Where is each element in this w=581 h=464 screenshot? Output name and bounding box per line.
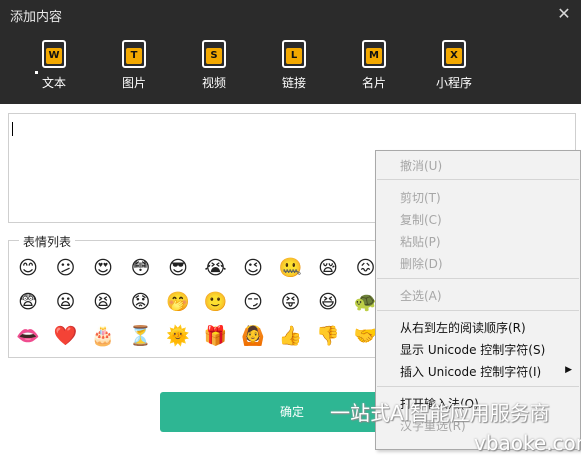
emoji-item[interactable]: 🙂	[203, 289, 229, 315]
menu-separator	[377, 310, 579, 311]
text-caret	[12, 122, 13, 136]
menu-item-delete[interactable]: 删除(D)	[400, 255, 443, 272]
menu-item-insert-unicode[interactable]: 插入 Unicode 控制字符(I)	[400, 363, 541, 380]
emoji-item[interactable]: ❤️	[53, 323, 79, 349]
text-icon: W	[42, 40, 66, 68]
emoji-item[interactable]: 👍	[278, 323, 304, 349]
menu-separator	[377, 278, 579, 279]
tool-image[interactable]: T 图片	[104, 40, 164, 91]
emoji-item[interactable]: 😊	[15, 255, 41, 281]
emoji-item[interactable]: 😭	[203, 255, 229, 281]
menu-item-paste[interactable]: 粘贴(P)	[400, 233, 441, 250]
tool-link-label: 链接	[281, 76, 306, 90]
emoji-item[interactable]: 🤭	[165, 289, 191, 315]
menu-separator	[377, 179, 579, 180]
tool-text-label: 文本	[41, 76, 66, 90]
emoji-panel-title: 表情列表	[19, 233, 76, 250]
tool-link[interactable]: L 链接	[264, 40, 324, 91]
emoji-item[interactable]: 🙆	[240, 323, 266, 349]
image-icon: T	[122, 40, 146, 68]
menu-item-cut[interactable]: 剪切(T)	[400, 189, 441, 206]
emoji-item[interactable]: 😦	[53, 289, 79, 315]
content-type-toolbar: W 文本 T 图片 S 视频 L 链接 M 名片 X 小程序	[0, 30, 581, 104]
close-icon[interactable]: ✕	[553, 3, 575, 25]
submenu-arrow-icon: ▶	[565, 365, 572, 375]
emoji-item[interactable]: 😎	[165, 255, 191, 281]
menu-separator	[377, 386, 579, 387]
emoji-item[interactable]: 🤐	[278, 255, 304, 281]
menu-item-select-all[interactable]: 全选(A)	[400, 287, 442, 304]
menu-item-show-unicode[interactable]: 显示 Unicode 控制字符(S)	[400, 341, 545, 358]
tool-miniprogram-label: 小程序	[435, 76, 472, 90]
emoji-item[interactable]: 😫	[90, 289, 116, 315]
emoji-item[interactable]: 😏	[240, 289, 266, 315]
emoji-item[interactable]: 🎂	[90, 323, 116, 349]
emoji-item[interactable]: 😍	[90, 255, 116, 281]
watermark-domain: vbaoke.com	[474, 431, 581, 455]
emoji-item[interactable]: 🌞	[165, 323, 191, 349]
tool-image-label: 图片	[121, 76, 146, 90]
emoji-item[interactable]: ⏳	[128, 323, 154, 349]
window-title: 添加内容	[10, 10, 63, 25]
emoji-item[interactable]: 👄	[15, 323, 41, 349]
menu-item-undo[interactable]: 撤消(U)	[400, 157, 442, 174]
emoji-item[interactable]: 😨	[15, 289, 41, 315]
tool-miniprogram[interactable]: X 小程序	[424, 40, 484, 91]
menu-item-copy[interactable]: 复制(C)	[400, 211, 442, 228]
emoji-item[interactable]: 😟	[128, 289, 154, 315]
tool-video[interactable]: S 视频	[184, 40, 244, 91]
menu-item-rtl[interactable]: 从右到左的阅读顺序(R)	[400, 319, 526, 336]
title-bar: 添加内容 ✕	[0, 0, 581, 30]
emoji-item[interactable]: 😪	[315, 255, 341, 281]
emoji-item[interactable]: 🎁	[203, 323, 229, 349]
tool-video-label: 视频	[201, 76, 226, 90]
card-icon: M	[362, 40, 386, 68]
emoji-item[interactable]: 😉	[240, 255, 266, 281]
emoji-item[interactable]: 😕	[53, 255, 79, 281]
emoji-item[interactable]: 👎	[315, 323, 341, 349]
emoji-item[interactable]: 😆	[315, 289, 341, 315]
link-icon: L	[282, 40, 306, 68]
tool-text[interactable]: W 文本	[24, 40, 84, 91]
emoji-item[interactable]: 😝	[278, 289, 304, 315]
watermark-slogan: 一站式AI智能应用服务商	[330, 401, 550, 425]
emoji-item[interactable]: 😳	[128, 255, 154, 281]
tool-card-label: 名片	[361, 76, 386, 90]
tool-card[interactable]: M 名片	[344, 40, 404, 91]
miniprogram-icon: X	[442, 40, 466, 68]
video-icon: S	[202, 40, 226, 68]
